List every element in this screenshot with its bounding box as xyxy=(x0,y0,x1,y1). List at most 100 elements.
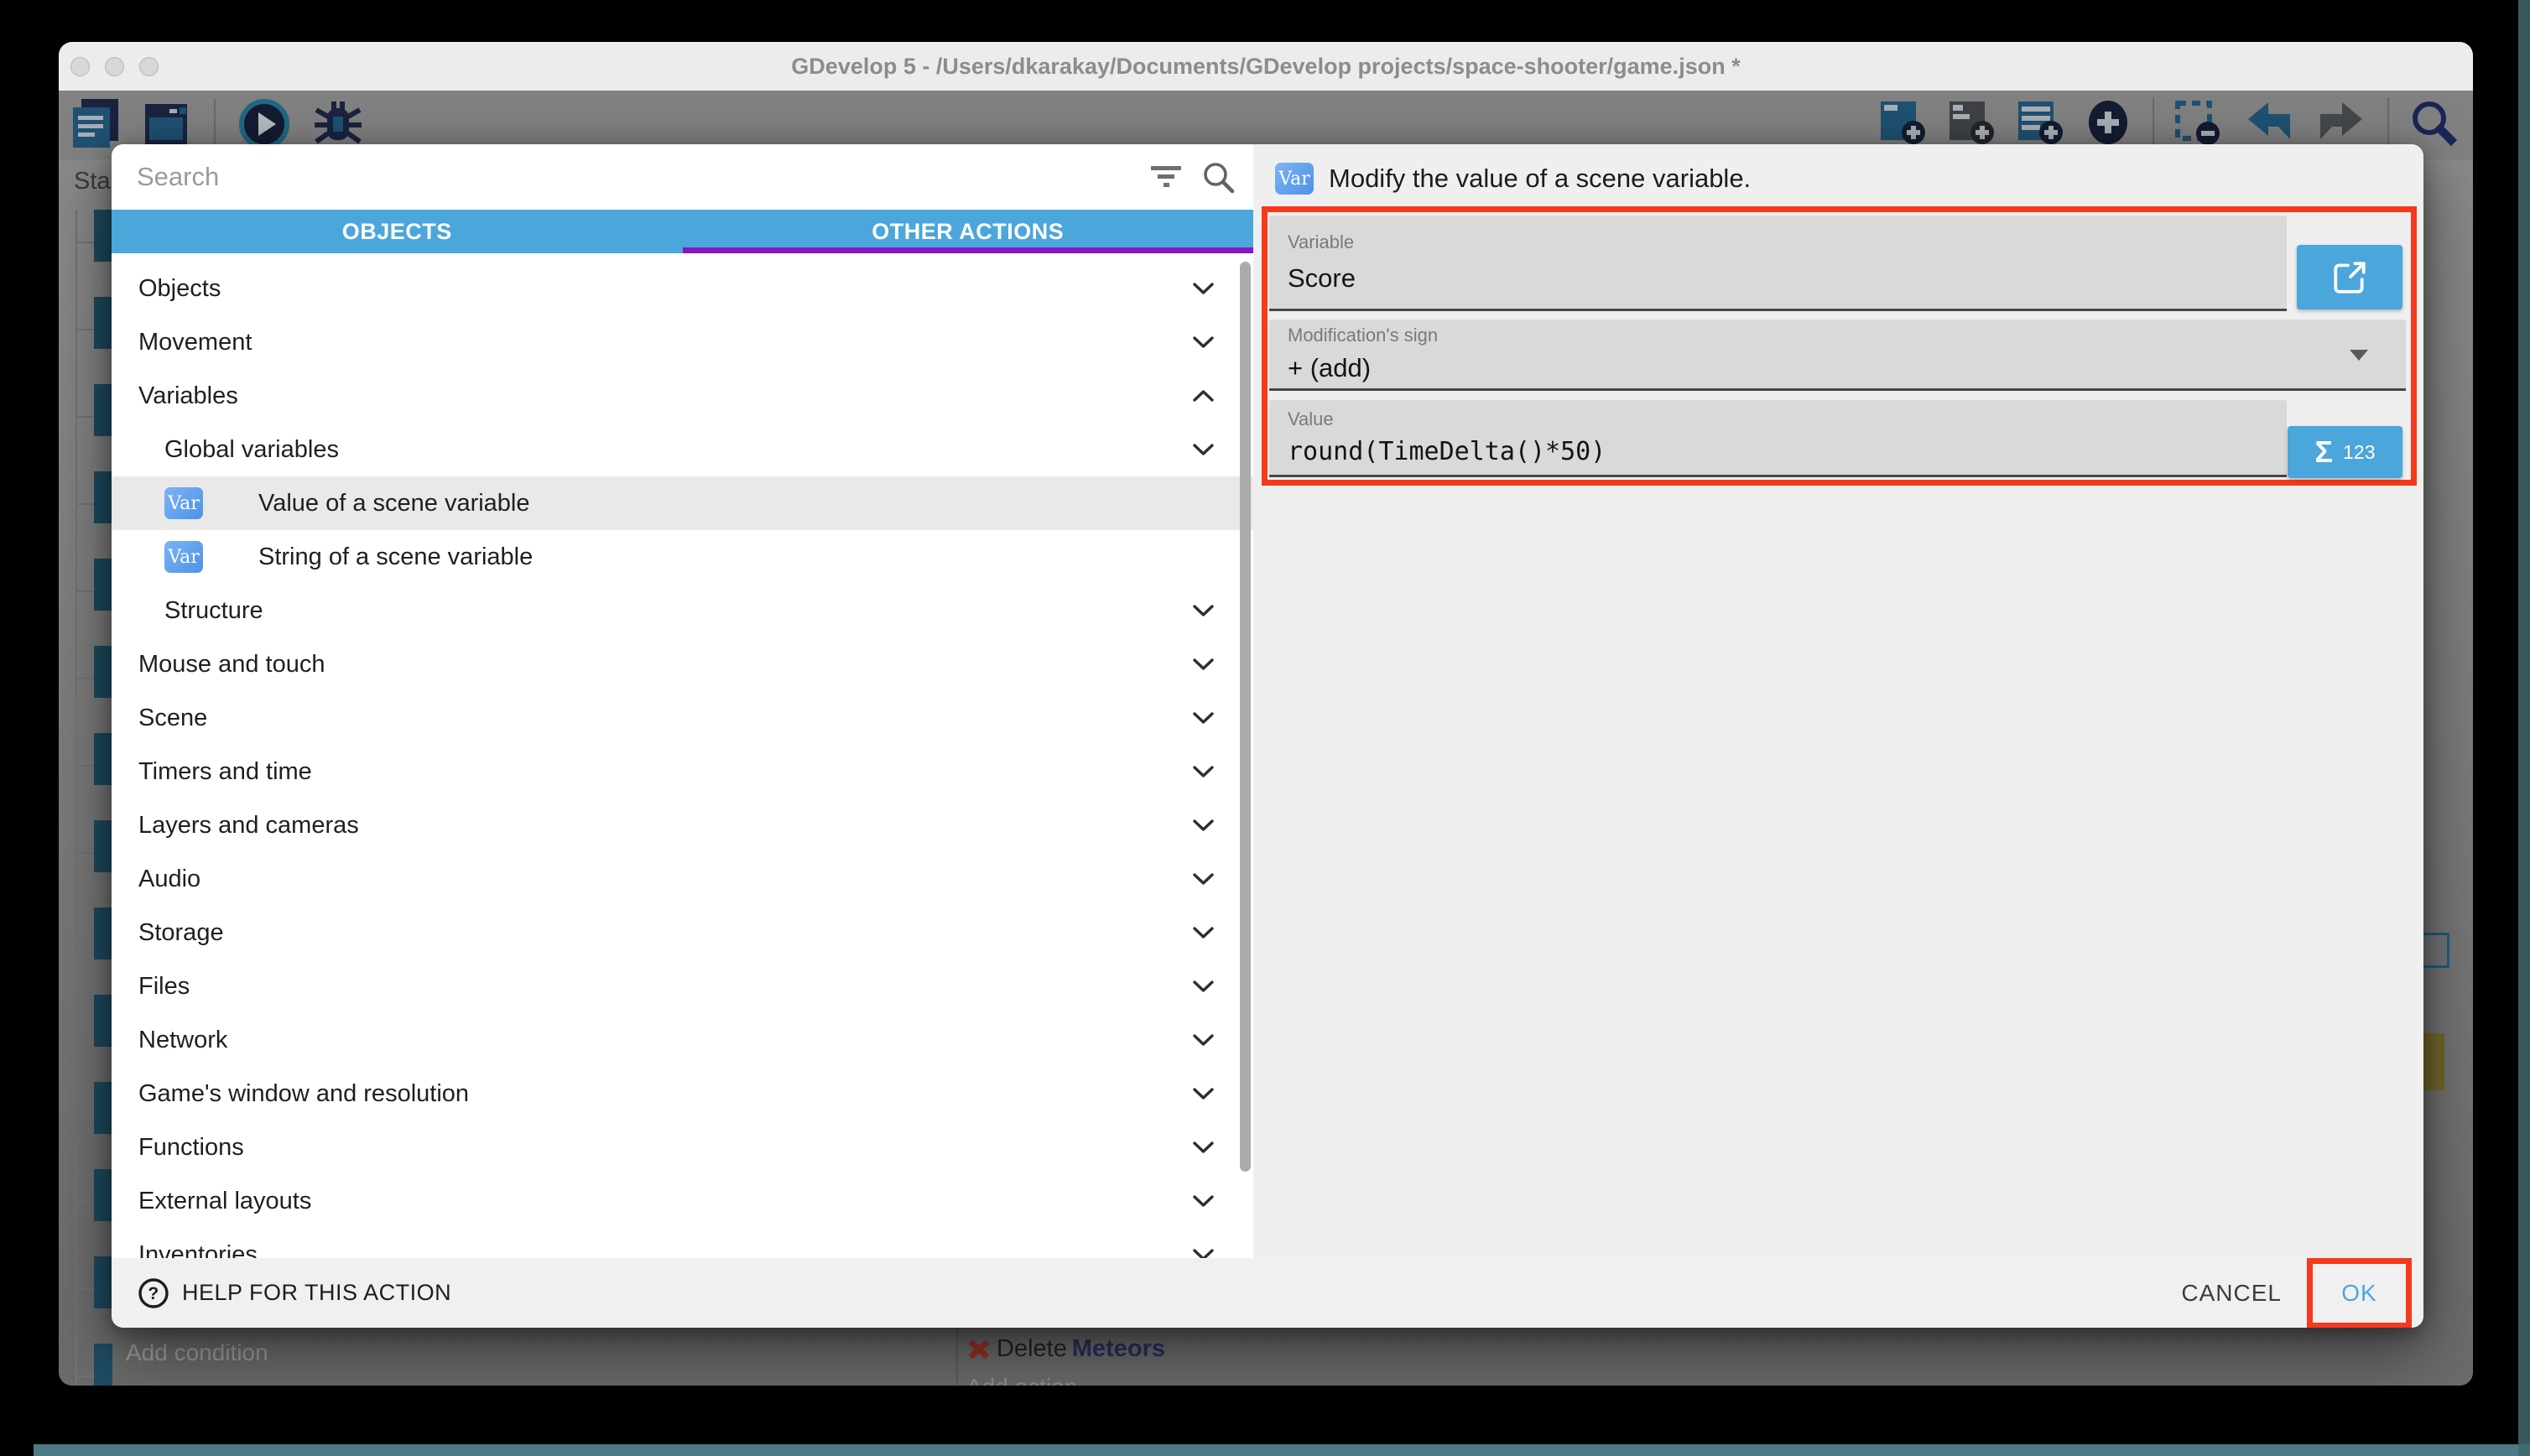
variable-field-value: Score xyxy=(1288,263,2287,294)
chevron-down-icon xyxy=(1192,980,1215,993)
category-item-inventories[interactable]: Inventories xyxy=(112,1228,1253,1258)
chevron-down-icon xyxy=(1192,335,1215,349)
toolbar-separator xyxy=(2387,97,2389,148)
help-button-label: HELP FOR THIS ACTION xyxy=(182,1280,451,1306)
add-new-icon[interactable] xyxy=(2085,98,2132,147)
list-scrollbar-thumb[interactable] xyxy=(1240,262,1251,1172)
action-chooser-dialog: Search OBJECTS OTHER ACTIONS ObjectsMove… xyxy=(112,144,2423,1328)
toolbar-separator xyxy=(214,99,216,149)
chevron-down-icon xyxy=(1192,1194,1215,1208)
delete-meteors-action: Delete Meteors xyxy=(966,1335,1165,1363)
category-item-timers-and-time[interactable]: Timers and time xyxy=(112,745,1253,798)
category-item-functions[interactable]: Functions xyxy=(112,1121,1253,1174)
category-item-network[interactable]: Network xyxy=(112,1013,1253,1067)
redo-icon[interactable] xyxy=(2315,99,2367,146)
list-item-label: Game's window and resolution xyxy=(138,1080,469,1108)
list-item-label: External layouts xyxy=(138,1188,311,1215)
action-item-string-of-a-scene-variable[interactable]: Var String of a scene variable xyxy=(112,530,1253,584)
list-item-label: String of a scene variable xyxy=(258,543,533,571)
play-icon[interactable] xyxy=(237,97,291,151)
chevron-down-icon xyxy=(1192,711,1215,725)
category-item-objects[interactable]: Objects xyxy=(112,262,1253,315)
category-item-game-s-window-and-resolution[interactable]: Game's window and resolution xyxy=(112,1067,1253,1121)
filter-icon[interactable] xyxy=(1150,166,1184,194)
category-item-structure[interactable]: Structure xyxy=(112,584,1253,637)
chevron-down-icon xyxy=(1192,926,1215,939)
list-item-label: Global variables xyxy=(164,436,339,464)
help-button[interactable]: ? HELP FOR THIS ACTION xyxy=(137,1277,451,1310)
window-title: GDevelop 5 - /Users/dkarakay/Documents/G… xyxy=(59,54,2473,80)
svg-text:?: ? xyxy=(148,1284,159,1303)
action-editor-header: Var Modify the value of a scene variable… xyxy=(1275,163,1751,195)
add-event-icon[interactable] xyxy=(2017,98,2065,147)
variable-field[interactable]: Variable Score xyxy=(1269,216,2287,311)
remove-selection-icon[interactable] xyxy=(2174,98,2223,147)
category-item-mouse-and-touch[interactable]: Mouse and touch xyxy=(112,637,1253,691)
list-item-label: Variables xyxy=(138,382,238,410)
add-group-icon[interactable] xyxy=(1948,98,1996,147)
value-field-value: round(TimeDelta()*50) xyxy=(1288,437,2287,466)
search-bar: Search xyxy=(112,144,1253,210)
variable-field-label: Variable xyxy=(1288,231,2287,253)
chevron-down-icon xyxy=(1192,819,1215,832)
scene-tab-label: Sta xyxy=(74,168,111,195)
list-item-label: Value of a scene variable xyxy=(258,490,530,517)
category-item-layers-and-cameras[interactable]: Layers and cameras xyxy=(112,798,1253,852)
sign-field-label: Modification's sign xyxy=(1288,325,2406,346)
debug-icon[interactable] xyxy=(313,98,363,150)
category-item-external-layouts[interactable]: External layouts xyxy=(112,1174,1253,1228)
category-item-files[interactable]: Files xyxy=(112,959,1253,1013)
action-item-value-of-a-scene-variable[interactable]: VarValue of a scene variable xyxy=(112,476,1253,530)
project-manager-icon[interactable] xyxy=(70,97,122,151)
chevron-down-icon xyxy=(1192,604,1215,617)
add-action-link: Add action xyxy=(966,1374,1077,1386)
chevron-down-icon xyxy=(1192,1141,1215,1154)
ok-button[interactable]: OK xyxy=(2341,1280,2376,1307)
list-item-label: Inventories xyxy=(138,1241,258,1259)
add-condition-link: Add condition xyxy=(126,1339,268,1366)
chevron-down-icon xyxy=(1192,1033,1215,1047)
search-input[interactable]: Search xyxy=(137,144,219,210)
digits-123-icon: 123 xyxy=(2343,441,2375,464)
titlebar: GDevelop 5 - /Users/dkarakay/Documents/G… xyxy=(59,42,2473,91)
tab-objects[interactable]: OBJECTS xyxy=(112,210,683,253)
search-icon[interactable] xyxy=(1202,161,1236,199)
chevron-down-icon xyxy=(1192,872,1215,886)
chevron-down-icon xyxy=(1192,1248,1215,1258)
category-item-variables[interactable]: Variables xyxy=(112,369,1253,423)
search-icon[interactable] xyxy=(2409,98,2458,147)
category-item-audio[interactable]: Audio xyxy=(112,852,1253,906)
annotation-box-ok: OK xyxy=(2307,1258,2412,1329)
desktop-edge-bottom xyxy=(34,1444,2530,1456)
dialog-footer: ? HELP FOR THIS ACTION CANCEL OK xyxy=(112,1258,2423,1328)
help-circle-icon: ? xyxy=(137,1277,170,1310)
action-category-list: Objects Movement Variables Global variables… xyxy=(112,253,1253,1258)
chevron-down-icon xyxy=(1192,658,1215,671)
value-field-label: Value xyxy=(1288,408,2287,430)
list-item-label: Objects xyxy=(138,275,221,303)
category-item-storage[interactable]: Storage xyxy=(112,906,1253,959)
open-in-new-icon xyxy=(2330,258,2369,297)
list-item-label: Audio xyxy=(138,866,200,893)
add-object-icon[interactable] xyxy=(1879,98,1928,147)
cancel-button[interactable]: CANCEL xyxy=(2181,1280,2282,1307)
value-field[interactable]: Value round(TimeDelta()*50) xyxy=(1269,400,2287,477)
action-editor-panel: Var Modify the value of a scene variable… xyxy=(1253,144,2423,1328)
expression-builder-button[interactable]: Σ 123 xyxy=(2288,426,2402,478)
toolbar-separator xyxy=(2153,97,2154,148)
list-item-label: Layers and cameras xyxy=(138,812,359,840)
category-item-movement[interactable]: Movement xyxy=(112,315,1253,369)
list-item-label: Structure xyxy=(164,597,263,625)
scene-editor-tab-icon[interactable] xyxy=(143,100,192,148)
edit-variable-button[interactable] xyxy=(2297,245,2402,309)
category-item-scene[interactable]: Scene xyxy=(112,691,1253,745)
list-item-label: Movement xyxy=(138,329,252,356)
list-item-label: Files xyxy=(138,973,190,1001)
delete-x-icon xyxy=(966,1337,992,1362)
var-icon: Var xyxy=(164,541,203,573)
undo-icon[interactable] xyxy=(2243,99,2295,146)
event-column-divider xyxy=(956,1329,958,1386)
chevron-down-icon xyxy=(1192,443,1215,456)
category-item-global-variables[interactable]: Global variables xyxy=(112,423,1253,476)
modification-sign-select[interactable]: Modification's sign + (add) xyxy=(1269,320,2406,391)
